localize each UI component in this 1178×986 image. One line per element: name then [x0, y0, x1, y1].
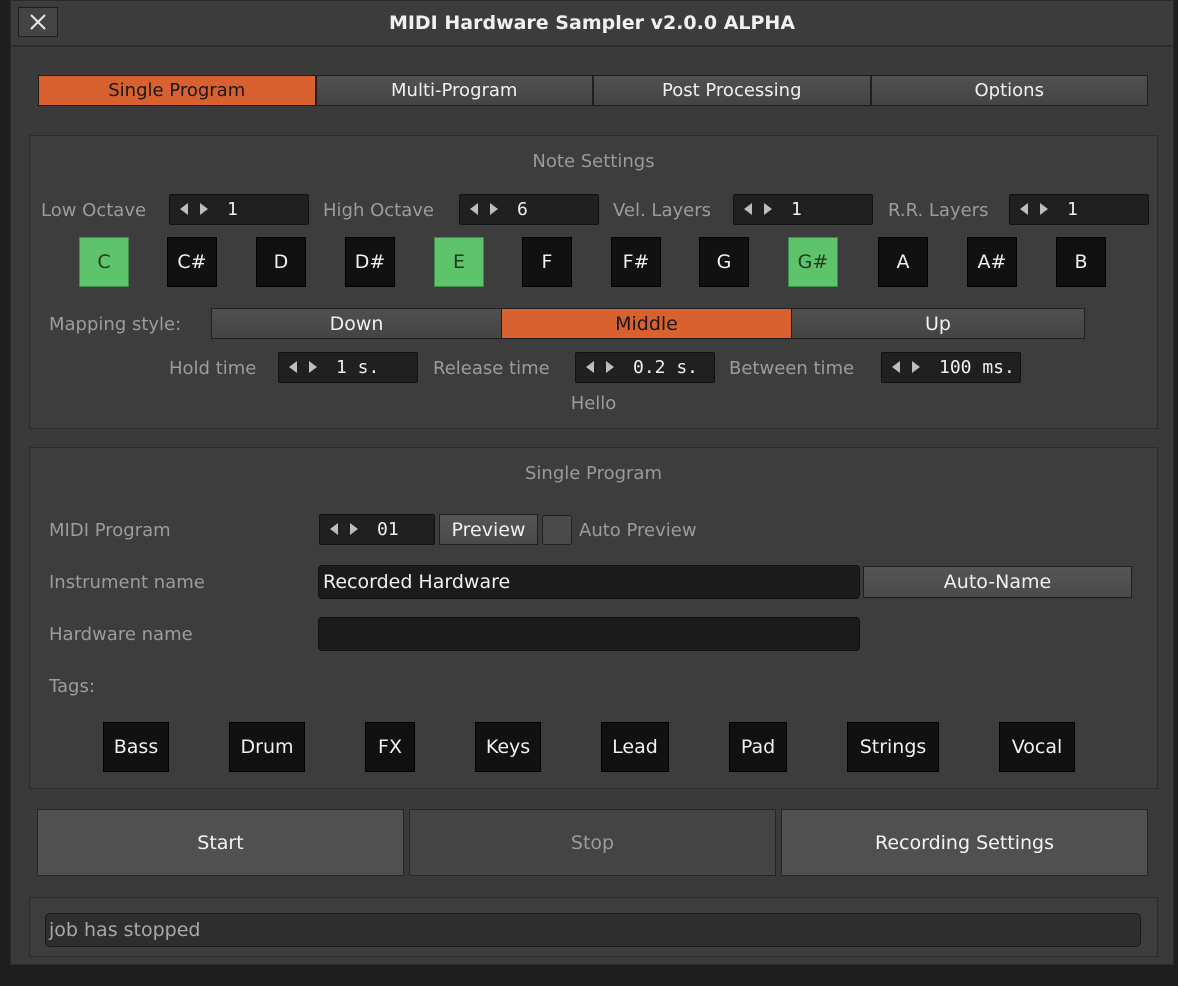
spinner-arrows-icon: [470, 200, 504, 220]
release-time-spinner[interactable]: 0.2 s.: [575, 352, 715, 383]
note-g-sharp-toggle[interactable]: G#: [788, 237, 838, 287]
spinner-arrows-icon: [1020, 200, 1054, 220]
low-octave-value: 1: [227, 199, 238, 220]
title-bar: MIDI Hardware Sampler v2.0.0 ALPHA: [11, 1, 1173, 47]
tags-label: Tags:: [49, 676, 95, 697]
between-time-label: Between time: [729, 358, 855, 379]
spinner-arrows-icon: [330, 520, 364, 540]
note-f-toggle[interactable]: F: [522, 237, 572, 287]
start-button[interactable]: Start: [37, 809, 404, 876]
note-settings-panel: Note Settings Low Octave 1 High Octave 6…: [29, 135, 1158, 429]
note-d-sharp-toggle[interactable]: D#: [345, 237, 395, 287]
spinner-arrows-icon: [892, 358, 926, 378]
hardware-name-label: Hardware name: [49, 624, 193, 645]
note-c-sharp-toggle[interactable]: C#: [167, 237, 217, 287]
hardware-name-input[interactable]: [318, 617, 860, 651]
tag-fx-toggle[interactable]: FX: [365, 722, 415, 772]
app-window: MIDI Hardware Sampler v2.0.0 ALPHA Singl…: [10, 0, 1174, 965]
tag-lead-toggle[interactable]: Lead: [601, 722, 669, 772]
status-field: job has stopped: [45, 913, 1141, 947]
rr-layers-label: R.R. Layers: [888, 200, 989, 221]
hold-time-spinner[interactable]: 1 s.: [278, 352, 418, 383]
auto-name-button[interactable]: Auto-Name: [863, 566, 1132, 598]
mapping-middle-button[interactable]: Middle: [501, 308, 792, 339]
hold-time-label: Hold time: [169, 358, 257, 379]
note-f-sharp-toggle[interactable]: F#: [611, 237, 661, 287]
spinner-arrows-icon: [744, 200, 778, 220]
mapping-down-button[interactable]: Down: [211, 308, 502, 339]
note-d-toggle[interactable]: D: [256, 237, 306, 287]
high-octave-value: 6: [517, 199, 528, 220]
spinner-arrows-icon: [586, 358, 620, 378]
hint-label: Hello: [570, 393, 617, 414]
tag-vocal-toggle[interactable]: Vocal: [999, 722, 1075, 772]
spinner-arrows-icon: [289, 358, 323, 378]
mapping-style-label: Mapping style:: [49, 314, 182, 335]
low-octave-spinner[interactable]: 1: [169, 194, 309, 225]
release-time-label: Release time: [433, 358, 550, 379]
midi-program-label: MIDI Program: [49, 520, 171, 541]
rr-layers-spinner[interactable]: 1: [1009, 194, 1149, 225]
midi-program-spinner[interactable]: 01: [319, 514, 435, 545]
single-program-title: Single Program: [524, 463, 662, 484]
tab-options[interactable]: Options: [870, 75, 1148, 106]
midi-program-value: 01: [377, 519, 399, 540]
tag-bass-toggle[interactable]: Bass: [103, 722, 169, 772]
single-program-panel: Single Program MIDI Program 01 Preview A…: [29, 447, 1158, 789]
release-time-value: 0.2 s.: [633, 357, 699, 378]
tag-drum-toggle[interactable]: Drum: [229, 722, 305, 772]
between-time-value: 100 ms.: [939, 357, 1015, 378]
tab-single-program[interactable]: Single Program: [38, 75, 316, 106]
auto-preview-label: Auto Preview: [579, 520, 697, 541]
tag-keys-toggle[interactable]: Keys: [475, 722, 541, 772]
auto-preview-checkbox[interactable]: [542, 515, 572, 545]
mapping-up-button[interactable]: Up: [791, 308, 1085, 339]
between-time-spinner[interactable]: 100 ms.: [881, 352, 1021, 383]
tag-pad-toggle[interactable]: Pad: [729, 722, 787, 772]
note-a-sharp-toggle[interactable]: A#: [967, 237, 1017, 287]
instrument-name-input[interactable]: Recorded Hardware: [318, 565, 860, 599]
hold-time-value: 1 s.: [336, 357, 380, 378]
tab-bar: Single Program Multi-Program Post Proces…: [38, 75, 1148, 106]
instrument-name-label: Instrument name: [49, 572, 205, 593]
window-title: MIDI Hardware Sampler v2.0.0 ALPHA: [388, 12, 796, 34]
vel-layers-spinner[interactable]: 1: [733, 194, 873, 225]
tab-post-processing[interactable]: Post Processing: [593, 75, 871, 106]
vel-layers-label: Vel. Layers: [613, 200, 711, 221]
high-octave-spinner[interactable]: 6: [459, 194, 599, 225]
vel-layers-value: 1: [791, 199, 802, 220]
note-b-toggle[interactable]: B: [1056, 237, 1106, 287]
note-settings-title: Note Settings: [532, 151, 655, 172]
rr-layers-value: 1: [1067, 199, 1078, 220]
tab-multi-program[interactable]: Multi-Program: [315, 75, 593, 106]
stop-button[interactable]: Stop: [409, 809, 776, 876]
note-c-toggle[interactable]: C: [79, 237, 129, 287]
high-octave-label: High Octave: [323, 200, 434, 221]
recording-settings-button[interactable]: Recording Settings: [781, 809, 1148, 876]
note-g-toggle[interactable]: G: [699, 237, 749, 287]
note-a-toggle[interactable]: A: [878, 237, 928, 287]
low-octave-label: Low Octave: [41, 200, 147, 221]
spinner-arrows-icon: [180, 200, 214, 220]
tag-strings-toggle[interactable]: Strings: [847, 722, 939, 772]
note-e-toggle[interactable]: E: [434, 237, 484, 287]
preview-button[interactable]: Preview: [439, 514, 538, 545]
